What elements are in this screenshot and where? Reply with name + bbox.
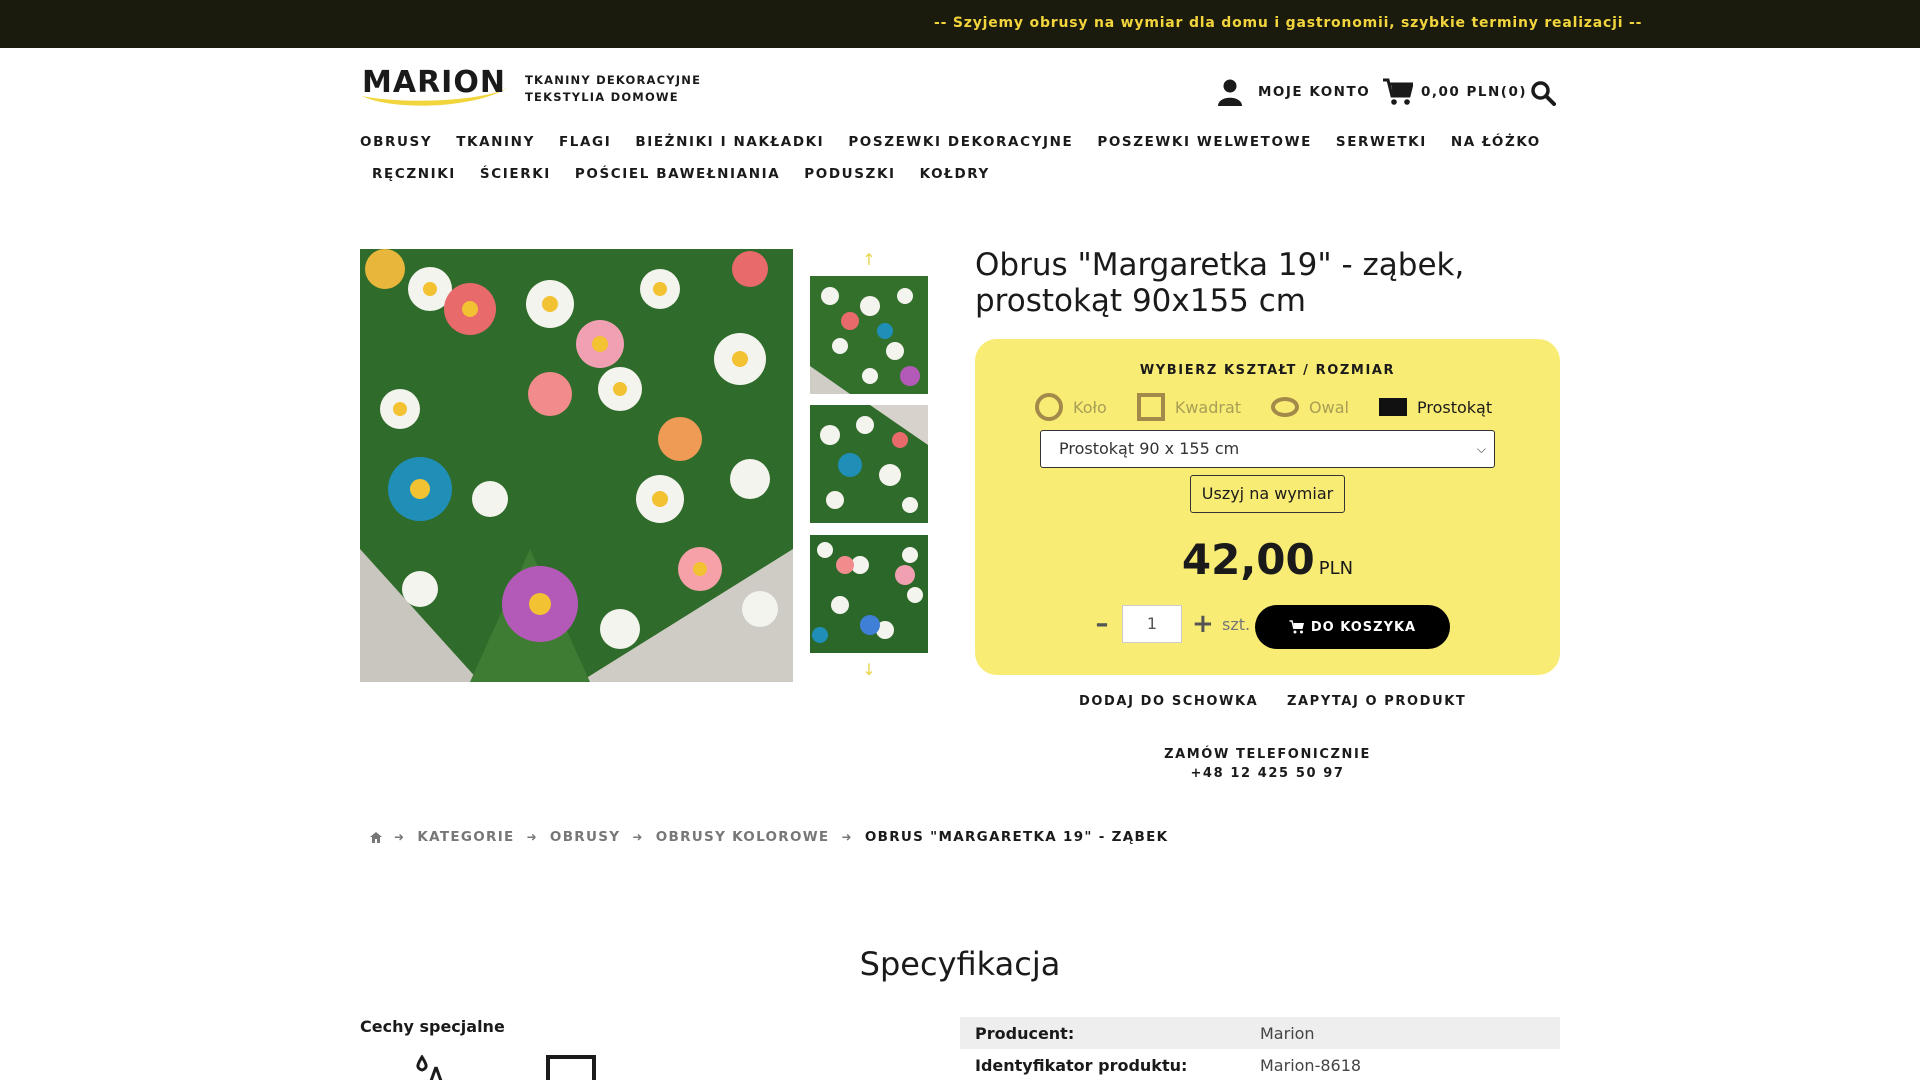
- logo[interactable]: MARION: [360, 58, 510, 110]
- specification-table: Producent: Marion Identyfikator produktu…: [960, 1017, 1560, 1080]
- circle-shape-icon: [1035, 393, 1063, 421]
- choose-shape-label: WYBIERZ KSZTAŁT / ROZMIAR: [1139, 363, 1396, 378]
- shape-options: Koło Kwadrat Owal Prostokąt: [1035, 393, 1522, 421]
- search-button[interactable]: [1530, 80, 1556, 106]
- quantity-input[interactable]: 1: [1122, 605, 1182, 643]
- phone-order-label: ZAMÓW TELEFONICZNIE: [1164, 747, 1371, 762]
- price-currency: PLN: [1318, 558, 1354, 579]
- ask-about-product-link[interactable]: ZAPYTAJ O PRODUKT: [1287, 694, 1466, 709]
- shape-option-prostokat[interactable]: Prostokąt: [1378, 397, 1493, 417]
- announcement-bar: -- Szyjemy obrusy na wymiar dla domu i g…: [0, 0, 1920, 48]
- breadcrumb-kategorie[interactable]: KATEGORIE: [417, 829, 514, 845]
- breadcrumb-current: OBRUS "MARGARETKA 19" - ZĄBEK: [864, 829, 1169, 845]
- search-icon: [1531, 81, 1556, 106]
- product-main-image[interactable]: [360, 249, 793, 682]
- arrow-down-icon[interactable]: ↓: [860, 661, 878, 679]
- cart-total: 0,00 PLN(0): [1421, 84, 1528, 100]
- breadcrumb-obrusy[interactable]: OBRUSY: [550, 829, 620, 845]
- home-icon[interactable]: [370, 831, 382, 843]
- nav-item-obrusy[interactable]: OBRUSY: [360, 134, 432, 150]
- phone-number[interactable]: +48 12 425 50 97: [975, 764, 1560, 783]
- announcement-text: -- Szyjemy obrusy na wymiar dla domu i g…: [934, 15, 1643, 31]
- spec-key: Producent:: [975, 1023, 1075, 1043]
- shape-option-kwadrat[interactable]: Kwadrat: [1136, 393, 1242, 421]
- nav-item-tkaniny[interactable]: TKANINY: [456, 134, 535, 150]
- phone-order: ZAMÓW TELEFONICZNIE +48 12 425 50 97: [975, 745, 1560, 783]
- add-to-cart-label: DO KOSZYKA: [1310, 619, 1417, 635]
- logo-text: MARION: [362, 65, 506, 100]
- nav-item-koldry[interactable]: KOŁDRY: [920, 166, 990, 182]
- price-value: 42,00: [1181, 535, 1315, 584]
- shape-label-kwadrat: Kwadrat: [1174, 397, 1242, 417]
- breadcrumb: ➜ KATEGORIE ➜ OBRUSY ➜ OBRUSY KOLOROWE ➜…: [370, 829, 1168, 845]
- quantity-unit: szt.: [1222, 614, 1251, 634]
- arrow-right-icon: ➜: [394, 830, 406, 844]
- size-select-value: Prostokąt 90 x 155 cm: [1059, 439, 1240, 458]
- nav-item-serwetki[interactable]: SERWETKI: [1336, 134, 1427, 150]
- shape-label-owal: Owal: [1309, 397, 1349, 417]
- nav-item-poszewki-welwetowe[interactable]: POSZEWKI WELWETOWE: [1097, 134, 1312, 150]
- nav-item-na-lozko[interactable]: NA ŁÓŻKO: [1451, 134, 1541, 150]
- add-to-cart-button[interactable]: DO KOSZYKA: [1255, 605, 1450, 649]
- my-account-link[interactable]: MOJE KONTO: [1218, 76, 1370, 108]
- nav-item-scierki[interactable]: ŚCIERKI: [480, 166, 551, 182]
- account-label: MOJE KONTO: [1258, 84, 1371, 100]
- water-drops-icon: [416, 1055, 443, 1080]
- product-thumbnail[interactable]: [810, 535, 928, 653]
- nav-item-bieżniki[interactable]: BIEŻNIKI I NAKŁADKI: [635, 134, 824, 150]
- product-thumbnail[interactable]: [810, 405, 928, 523]
- arrow-up-icon[interactable]: ↑: [860, 251, 878, 269]
- cart-icon: [1289, 620, 1304, 634]
- quantity-stepper: – 1 + szt.: [1092, 605, 1250, 643]
- quantity-decrease-button[interactable]: –: [1092, 609, 1112, 639]
- nav-item-poduszki[interactable]: PODUSZKI: [804, 166, 895, 182]
- tagline-line-1: TKANINY DEKORACYJNE: [525, 73, 702, 87]
- user-icon: [1218, 79, 1242, 106]
- cart-link[interactable]: 0,00 PLN(0): [1383, 76, 1527, 108]
- arrow-right-icon: ➜: [526, 830, 538, 844]
- add-to-wishlist-link[interactable]: DODAJ DO SCHOWKA: [1079, 694, 1258, 709]
- spec-key: Identyfikator produktu:: [975, 1055, 1188, 1075]
- cart-icon: [1383, 78, 1413, 105]
- tagline-line-2: TEKSTYLIA DOMOWE: [525, 90, 679, 104]
- main-nav-row-2: RĘCZNIKI ŚCIERKI POŚCIEL BAWEŁNIANIA POD…: [372, 166, 1014, 182]
- quantity-increase-button[interactable]: +: [1192, 609, 1214, 639]
- nav-item-posciel[interactable]: POŚCIEL BAWEŁNIANIA: [575, 166, 780, 182]
- arrow-right-icon: ➜: [632, 830, 644, 844]
- spec-value: Marion: [1260, 1023, 1315, 1043]
- main-nav-row-1: OBRUSY TKANINY FLAGI BIEŻNIKI I NAKŁADKI…: [360, 134, 1565, 150]
- square-frame-icon: [546, 1055, 596, 1080]
- oval-shape-icon: [1271, 397, 1300, 417]
- spec-row: Identyfikator produktu: Marion-8618: [960, 1049, 1560, 1080]
- nav-item-flagi[interactable]: FLAGI: [559, 134, 611, 150]
- product-thumbnail[interactable]: [810, 276, 928, 394]
- purchase-panel: WYBIERZ KSZTAŁT / ROZMIAR Koło Kwadrat O…: [975, 339, 1560, 675]
- size-select[interactable]: Prostokąt 90 x 155 cm ⌵: [1040, 430, 1495, 468]
- chevron-down-icon: ⌵: [1476, 442, 1486, 456]
- breadcrumb-obrusy-kolorowe[interactable]: OBRUSY KOLOROWE: [656, 829, 830, 845]
- price: 42,00 PLN: [975, 535, 1560, 584]
- rectangle-shape-icon: [1378, 398, 1407, 416]
- shape-option-owal[interactable]: Owal: [1271, 397, 1349, 417]
- brand-tagline: TKANINY DEKORACYJNE TEKSTYLIA DOMOWE: [525, 72, 701, 106]
- shape-label-kolo: Koło: [1073, 397, 1107, 417]
- specification-title: Specyfikacja: [859, 945, 1061, 983]
- custom-size-button[interactable]: Uszyj na wymiar: [1190, 475, 1345, 513]
- spec-value: Marion-8618: [1260, 1055, 1362, 1075]
- arrow-right-icon: ➜: [841, 830, 853, 844]
- nav-item-poszewki-dekoracyjne[interactable]: POSZEWKI DEKORACYJNE: [848, 134, 1073, 150]
- nav-item-reczniki[interactable]: RĘCZNIKI: [372, 166, 456, 182]
- product-title: Obrus "Margaretka 19" - ząbek, prostokąt…: [975, 247, 1465, 319]
- shape-label-prostokat: Prostokąt: [1416, 397, 1493, 417]
- shape-option-kolo[interactable]: Koło: [1035, 393, 1107, 421]
- square-shape-icon: [1136, 393, 1165, 421]
- special-features-label: Cechy specjalne: [360, 1017, 505, 1036]
- spec-row: Producent: Marion: [960, 1017, 1560, 1049]
